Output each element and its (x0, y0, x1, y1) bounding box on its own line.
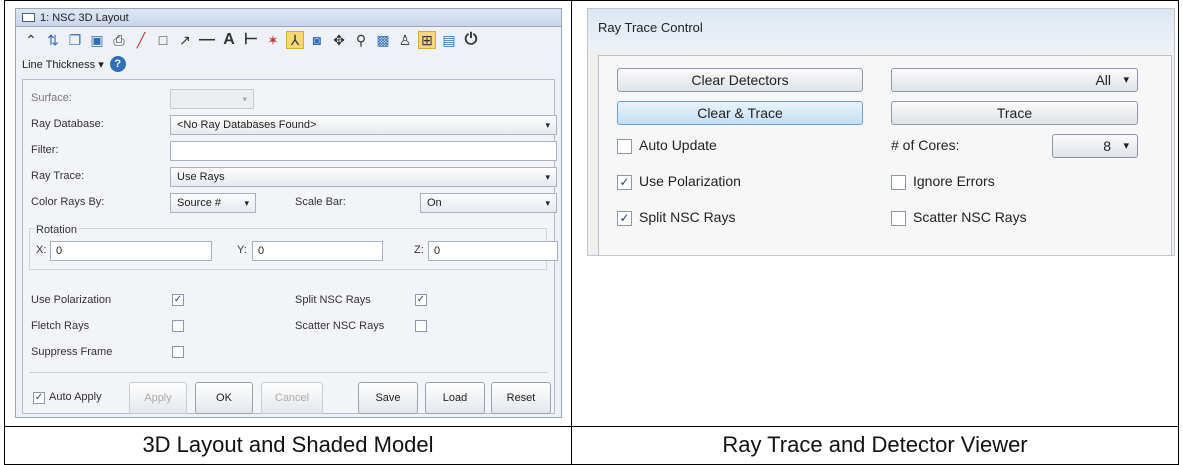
apply-button[interactable]: Apply (129, 382, 187, 414)
left-caption: 3D Layout and Shaded Model (142, 432, 434, 457)
zoom-icon[interactable]: ⚲ (352, 31, 370, 49)
grid-icon[interactable]: ⊞ (418, 31, 436, 49)
filter-label: Filter: (31, 144, 59, 156)
table-border-middle (4, 426, 1179, 427)
scatter-nsc-rays-label: Scatter NSC Rays (913, 209, 1027, 225)
pencil-icon[interactable]: ╱ (132, 31, 150, 49)
window-titlebar: 1: NSC 3D Layout (16, 9, 561, 27)
clear-and-trace-button[interactable]: Clear & Trace (617, 101, 863, 125)
load-button[interactable]: Load (425, 382, 485, 414)
fletch-rays-checkbox[interactable] (172, 320, 184, 332)
table-border-left (4, 0, 5, 465)
secondary-toolbar: Line Thickness ▾ ? (16, 53, 561, 75)
ray-trace-control-title: Ray Trace Control (588, 9, 1174, 51)
trace-button[interactable]: Trace (891, 101, 1138, 125)
scatter-nsc-rays-checkbox[interactable] (891, 211, 906, 226)
dimension-icon[interactable]: ⊢ (242, 31, 260, 49)
use-polarization-checkbox[interactable]: ✓ (172, 294, 184, 306)
save-button[interactable]: Save (358, 382, 418, 414)
ray-database-label: Ray Database: (31, 118, 104, 130)
table-border-right (1178, 0, 1179, 465)
copy-icon[interactable]: ❐ (66, 31, 84, 49)
wizard-icon[interactable]: ✶ (264, 31, 282, 49)
ray-trace-control-body: Clear Detectors All ▾ Clear & Trace Trac… (598, 55, 1172, 255)
rectangle-icon[interactable]: □ (154, 31, 172, 49)
lock-icon[interactable]: ♙ (396, 31, 414, 49)
text-icon[interactable]: A (220, 31, 238, 49)
table-border-center (571, 0, 572, 465)
right-caption: Ray Trace and Detector Viewer (722, 432, 1028, 457)
reset-button[interactable]: Reset (491, 382, 551, 414)
line-icon[interactable]: — (198, 31, 216, 49)
table-border-top (4, 0, 1179, 1)
comparison-table: 1: NSC 3D Layout ⌃ ⇅ ❐ ▣ ⎙ ╱ □ ↗ — A ⊢ ✶… (0, 0, 1183, 465)
main-toolbar: ⌃ ⇅ ❐ ▣ ⎙ ╱ □ ↗ — A ⊢ ✶ ⅄ ◙ ✥ ⚲ ▩ ♙ ⊞ ▤ … (16, 27, 561, 53)
cores-label: # of Cores: (891, 137, 960, 153)
ray-trace-control-window: Ray Trace Control Clear Detectors All ▾ … (587, 8, 1175, 256)
fletch-rays-label: Fletch Rays (31, 320, 90, 332)
scatter-nsc-rays-checkbox[interactable] (415, 320, 427, 332)
pan-icon[interactable]: ✥ (330, 31, 348, 49)
cancel-button[interactable]: Cancel (261, 382, 323, 414)
auto-apply-checkbox[interactable]: ✓ (33, 392, 45, 404)
save-icon[interactable]: ▣ (88, 31, 106, 49)
window-icon (22, 13, 35, 22)
divider (29, 372, 548, 373)
auto-update-checkbox[interactable] (617, 139, 632, 154)
print-icon[interactable]: ⎙ (110, 31, 128, 49)
scale-bar-select[interactable]: On ▾ (420, 193, 557, 213)
rotation-y-input[interactable]: 0 (252, 241, 383, 261)
auto-apply-label: Auto Apply (49, 391, 102, 403)
rotation-y-label: Y: (237, 244, 247, 256)
split-nsc-rays-label: Split NSC Rays (295, 294, 371, 306)
settings-panel: Surface: ▾ Ray Database: <No Ray Databas… (22, 79, 558, 414)
fit-icon[interactable]: ▩ (374, 31, 392, 49)
rotation-z-label: Z: (414, 244, 424, 256)
surface-label: Surface: (31, 92, 72, 104)
window-layout-icon[interactable]: ▤ (440, 31, 458, 49)
cores-select[interactable]: 8 ▾ (1052, 134, 1138, 158)
window-title: 1: NSC 3D Layout (40, 11, 129, 24)
use-polarization-label: Use Polarization (31, 294, 112, 306)
nsc-3d-layout-window: 1: NSC 3D Layout ⌃ ⇅ ❐ ▣ ⎙ ╱ □ ↗ — A ⊢ ✶… (15, 8, 562, 418)
arrow-icon[interactable]: ↗ (176, 31, 194, 49)
use-polarization-label: Use Polarization (639, 173, 741, 189)
zoom-window-icon[interactable]: ◙ (308, 31, 326, 49)
scatter-nsc-rays-label: Scatter NSC Rays (295, 320, 385, 332)
color-rays-by-label: Color Rays By: (31, 196, 105, 208)
help-icon[interactable]: ? (109, 56, 126, 72)
detector-select[interactable]: All ▾ (891, 68, 1138, 92)
ray-trace-label: Ray Trace: (31, 170, 85, 182)
auto-update-label: Auto Update (639, 137, 717, 153)
split-nsc-rays-checkbox[interactable]: ✓ (617, 211, 632, 226)
split-nsc-rays-checkbox[interactable]: ✓ (415, 294, 427, 306)
suppress-frame-checkbox[interactable] (172, 346, 184, 358)
ray-database-select[interactable]: <No Ray Databases Found> ▾ (170, 115, 557, 135)
power-icon[interactable]: ⏻ (462, 31, 480, 49)
rotation-x-label: X: (36, 244, 47, 256)
rotation-z-input[interactable]: 0 (428, 241, 558, 261)
filter-input[interactable] (170, 141, 557, 161)
ignore-errors-label: Ignore Errors (913, 173, 995, 189)
split-nsc-rays-label: Split NSC Rays (639, 209, 736, 225)
ok-button[interactable]: OK (195, 382, 253, 414)
rotation-label: Rotation (34, 224, 79, 236)
collapse-icon[interactable]: ⌃ (22, 31, 40, 49)
axes-icon[interactable]: ⅄ (286, 31, 304, 49)
rotation-x-input[interactable]: 0 (50, 241, 212, 261)
ignore-errors-checkbox[interactable] (891, 175, 906, 190)
clear-detectors-button[interactable]: Clear Detectors (617, 68, 863, 92)
refresh-icon[interactable]: ⇅ (44, 31, 62, 49)
suppress-frame-label: Suppress Frame (31, 346, 113, 358)
color-rays-by-select[interactable]: Source # ▾ (170, 193, 256, 213)
surface-select[interactable]: ▾ (170, 89, 254, 109)
rotation-group: Rotation X: 0 Y: 0 Z: 0 (29, 224, 558, 270)
ray-trace-select[interactable]: Use Rays ▾ (170, 167, 557, 187)
use-polarization-checkbox[interactable]: ✓ (617, 175, 632, 190)
line-thickness-dropdown[interactable]: Line Thickness ▾ (22, 58, 104, 71)
scale-bar-label: Scale Bar: (295, 196, 346, 208)
